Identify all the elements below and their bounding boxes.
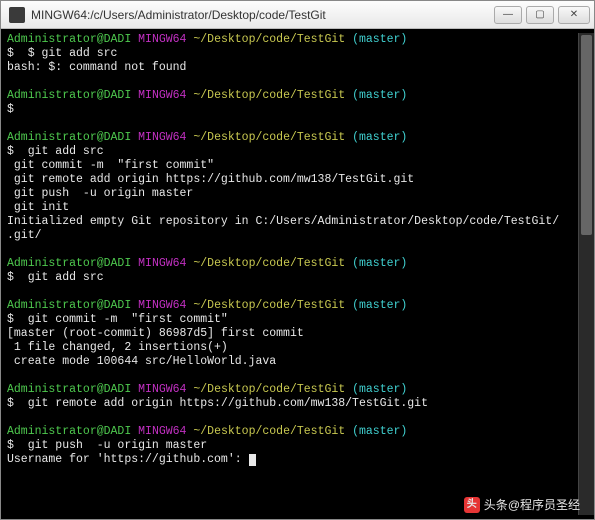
command-line: $ git push -u origin master bbox=[7, 439, 578, 453]
output-line: 1 file changed, 2 insertions(+) bbox=[7, 341, 578, 355]
blank-line bbox=[7, 243, 578, 257]
terminal[interactable]: Administrator@DADI MINGW64 ~/Desktop/cod… bbox=[1, 29, 594, 519]
command-line: $ git commit -m "first commit" bbox=[7, 313, 578, 327]
prompt-line: Administrator@DADI MINGW64 ~/Desktop/cod… bbox=[7, 383, 578, 397]
blank-line bbox=[7, 75, 578, 89]
watermark-logo-icon: 头 bbox=[464, 497, 480, 513]
minimize-button[interactable]: — bbox=[494, 6, 522, 24]
window-controls: — ▢ ✕ bbox=[494, 6, 590, 24]
scroll-thumb[interactable] bbox=[581, 35, 592, 235]
output-line: git remote add origin https://github.com… bbox=[7, 173, 578, 187]
prompt-line: Administrator@DADI MINGW64 ~/Desktop/cod… bbox=[7, 299, 578, 313]
prompt-line: Administrator@DADI MINGW64 ~/Desktop/cod… bbox=[7, 131, 578, 145]
prompt-line: Administrator@DADI MINGW64 ~/Desktop/cod… bbox=[7, 33, 578, 47]
watermark-text: 头条@程序员圣经 bbox=[484, 498, 580, 512]
command-line: $ git add src bbox=[7, 145, 578, 159]
blank-line bbox=[7, 411, 578, 425]
blank-line bbox=[7, 285, 578, 299]
app-icon bbox=[9, 7, 25, 23]
window-title: MINGW64:/c/Users/Administrator/Desktop/c… bbox=[31, 8, 494, 22]
window-frame: MINGW64:/c/Users/Administrator/Desktop/c… bbox=[0, 0, 595, 520]
prompt-line: Administrator@DADI MINGW64 ~/Desktop/cod… bbox=[7, 425, 578, 439]
output-line: Username for 'https://github.com': bbox=[7, 453, 578, 467]
prompt-line: Administrator@DADI MINGW64 ~/Desktop/cod… bbox=[7, 89, 578, 103]
watermark: 头 头条@程序员圣经 bbox=[464, 497, 580, 513]
output-line: git init bbox=[7, 201, 578, 215]
cursor bbox=[249, 454, 256, 466]
command-line: $ git add src bbox=[7, 271, 578, 285]
output-line: bash: $: command not found bbox=[7, 61, 578, 75]
output-line: create mode 100644 src/HelloWorld.java bbox=[7, 355, 578, 369]
maximize-button[interactable]: ▢ bbox=[526, 6, 554, 24]
titlebar[interactable]: MINGW64:/c/Users/Administrator/Desktop/c… bbox=[1, 1, 594, 29]
output-line: git push -u origin master bbox=[7, 187, 578, 201]
prompt-line: Administrator@DADI MINGW64 ~/Desktop/cod… bbox=[7, 257, 578, 271]
output-line: [master (root-commit) 86987d5] first com… bbox=[7, 327, 578, 341]
blank-line bbox=[7, 117, 578, 131]
command-line: $ git remote add origin https://github.c… bbox=[7, 397, 578, 411]
command-line: $ bbox=[7, 103, 578, 117]
close-button[interactable]: ✕ bbox=[558, 6, 590, 24]
output-line: git commit -m "first commit" bbox=[7, 159, 578, 173]
blank-line bbox=[7, 369, 578, 383]
command-line: $ $ git add src bbox=[7, 47, 578, 61]
scrollbar[interactable] bbox=[578, 33, 594, 515]
output-line: .git/ bbox=[7, 229, 578, 243]
output-line: Initialized empty Git repository in C:/U… bbox=[7, 215, 578, 229]
